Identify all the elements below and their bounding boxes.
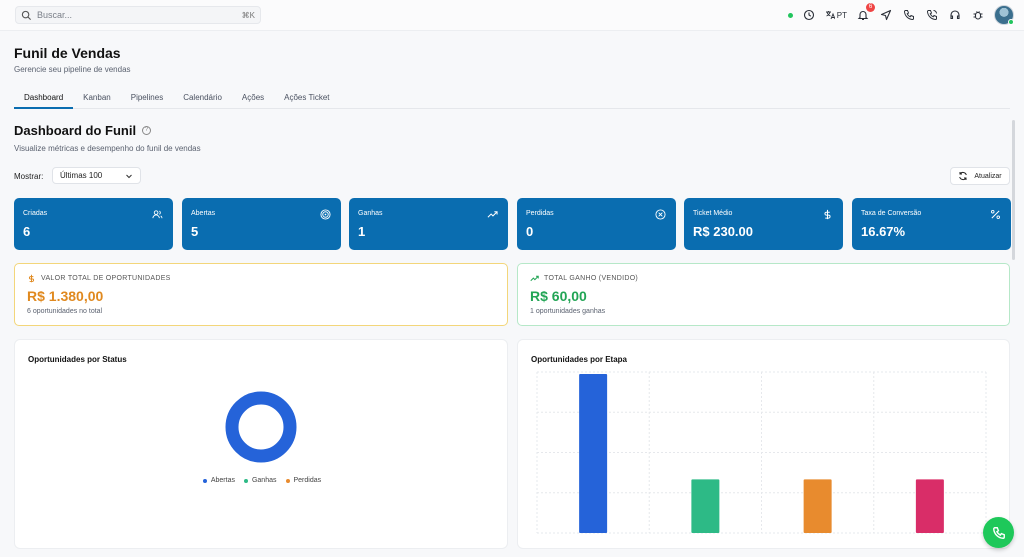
legend-item-perdidas[interactable]: Perdidas	[285, 477, 322, 484]
legend-label: Ganhas	[251, 477, 277, 484]
dashboard-title-text: Dashboard do Funil	[14, 123, 137, 138]
stat-value: 5	[191, 224, 199, 239]
total-won-header: TOTAL GANHO (VENDIDO)	[530, 274, 638, 283]
user-avatar[interactable]	[994, 5, 1014, 25]
stat-card-taxa-conversao: Taxa de Conversão 16.67%	[852, 198, 1011, 250]
stat-value: 6	[23, 224, 31, 239]
search-icon	[21, 10, 32, 20]
stat-value: R$ 230.00	[693, 224, 753, 239]
status-donut-chart	[225, 391, 297, 463]
search-box[interactable]: Buscar... ⌘K	[15, 6, 261, 24]
language-label: PT	[836, 10, 847, 20]
whatsapp-button[interactable]	[983, 517, 1014, 548]
bar-2[interactable]	[691, 479, 720, 533]
total-value-label: VALOR TOTAL DE OPORTUNIDADES	[41, 275, 171, 282]
bug-icon[interactable]	[971, 8, 985, 22]
phone-icon[interactable]	[902, 8, 916, 22]
trending-up-icon	[487, 211, 498, 218]
trending-up-icon	[530, 275, 539, 282]
legend-item-ganhas[interactable]: Ganhas	[243, 477, 277, 484]
x-circle-icon	[655, 209, 666, 220]
stat-label: Criadas	[23, 210, 48, 217]
help-icon[interactable]: ?	[142, 126, 152, 135]
dollar-icon	[824, 209, 831, 220]
status-chart-title: Oportunidades por Status	[28, 355, 127, 364]
stat-value: 0	[526, 224, 534, 239]
top-actions: PT 6	[787, 3, 1014, 26]
bar-4[interactable]	[915, 479, 944, 533]
tab-kanban[interactable]: Kanban	[73, 88, 121, 109]
page-subtitle: Gerencie seu pipeline de vendas	[14, 65, 131, 74]
bar-3[interactable]	[803, 479, 832, 533]
stat-card-ticket-medio: Ticket Médio R$ 230.00	[684, 198, 843, 250]
stage-bar-chart	[536, 371, 987, 534]
total-won-label: TOTAL GANHO (VENDIDO)	[544, 275, 639, 282]
stat-label: Perdidas	[526, 210, 554, 217]
status-chart-legend: Abertas Ganhas Perdidas	[15, 477, 509, 484]
refresh-icon	[959, 171, 968, 181]
total-value-card: VALOR TOTAL DE OPORTUNIDADES R$ 1.380,00…	[14, 263, 508, 326]
stat-label: Abertas	[191, 210, 216, 217]
tab-calendario[interactable]: Calendário	[173, 88, 232, 109]
bar-1[interactable]	[579, 373, 608, 533]
total-value-note: 6 oportunidades no total	[27, 308, 103, 315]
page-title: Funil de Vendas	[14, 45, 121, 61]
bell-icon[interactable]: 6	[856, 3, 875, 22]
show-select[interactable]: Últimas 100	[52, 167, 141, 184]
tab-bar: Dashboard Kanban Pipelines Calendário Aç…	[14, 88, 1010, 109]
tab-dashboard[interactable]: Dashboard	[14, 88, 74, 109]
avatar-online-dot	[1008, 19, 1014, 25]
online-status-dot	[787, 12, 793, 18]
phone-icon	[992, 526, 1005, 539]
dashboard-title: Dashboard do Funil ?	[14, 123, 152, 138]
legend-swatch	[243, 478, 248, 483]
tab-acoes[interactable]: Ações	[232, 88, 274, 109]
total-value-header: VALOR TOTAL DE OPORTUNIDADES	[27, 274, 171, 283]
dollar-icon	[28, 274, 35, 283]
translate-icon	[825, 11, 835, 20]
send-icon[interactable]	[879, 8, 893, 22]
phone-call-icon[interactable]	[925, 8, 939, 22]
stat-value: 1	[358, 224, 366, 239]
legend-label: Abertas	[210, 477, 235, 484]
stage-chart-panel: Oportunidades por Etapa	[517, 339, 1010, 549]
stat-label: Ganhas	[358, 210, 383, 217]
total-value-amount: R$ 1.380,00	[27, 288, 104, 304]
headset-icon[interactable]	[948, 8, 962, 22]
top-bar: Buscar... ⌘K PT 6	[0, 0, 1024, 31]
chevron-down-icon	[126, 174, 132, 178]
show-select-value: Últimas 100	[60, 171, 103, 180]
legend-item-abertas[interactable]: Abertas	[202, 477, 235, 484]
users-icon	[152, 210, 163, 219]
stat-label: Ticket Médio	[693, 210, 733, 217]
language-switcher[interactable]: PT	[825, 10, 847, 20]
legend-swatch	[202, 478, 207, 483]
refresh-button[interactable]: Atualizar	[950, 167, 1010, 185]
stat-card-ganhas: Ganhas 1	[349, 198, 508, 250]
status-chart-panel: Oportunidades por Status Abertas Ganhas Pe…	[14, 339, 508, 549]
history-icon[interactable]	[802, 8, 816, 22]
dashboard-subtitle: Visualize métricas e desempenho do funil…	[14, 144, 201, 153]
tab-pipelines[interactable]: Pipelines	[121, 88, 173, 109]
total-won-note: 1 oportunidades ganhas	[530, 308, 606, 315]
total-won-amount: R$ 60,00	[530, 288, 587, 304]
target-icon	[320, 209, 331, 220]
tab-acoes-ticket[interactable]: Ações Ticket	[274, 88, 339, 109]
stat-label: Taxa de Conversão	[861, 210, 922, 217]
show-label: Mostrar:	[14, 172, 44, 181]
page-scrollbar[interactable]	[1012, 120, 1015, 260]
percent-icon	[991, 210, 1000, 219]
stat-value: 16.67%	[861, 224, 906, 239]
stat-card-abertas: Abertas 5	[182, 198, 341, 250]
refresh-label: Atualizar	[974, 172, 1002, 180]
legend-label: Perdidas	[293, 477, 322, 484]
search-shortcut: ⌘K	[241, 10, 255, 20]
stat-card-criadas: Criadas 6	[14, 198, 173, 250]
legend-swatch	[285, 478, 290, 483]
notification-badge: 6	[866, 3, 875, 12]
stat-card-perdidas: Perdidas 0	[517, 198, 676, 250]
search-input[interactable]: Buscar...	[37, 10, 242, 20]
pie-slice-abertas	[225, 391, 297, 463]
total-won-card: TOTAL GANHO (VENDIDO) R$ 60,00 1 oportun…	[517, 263, 1010, 326]
